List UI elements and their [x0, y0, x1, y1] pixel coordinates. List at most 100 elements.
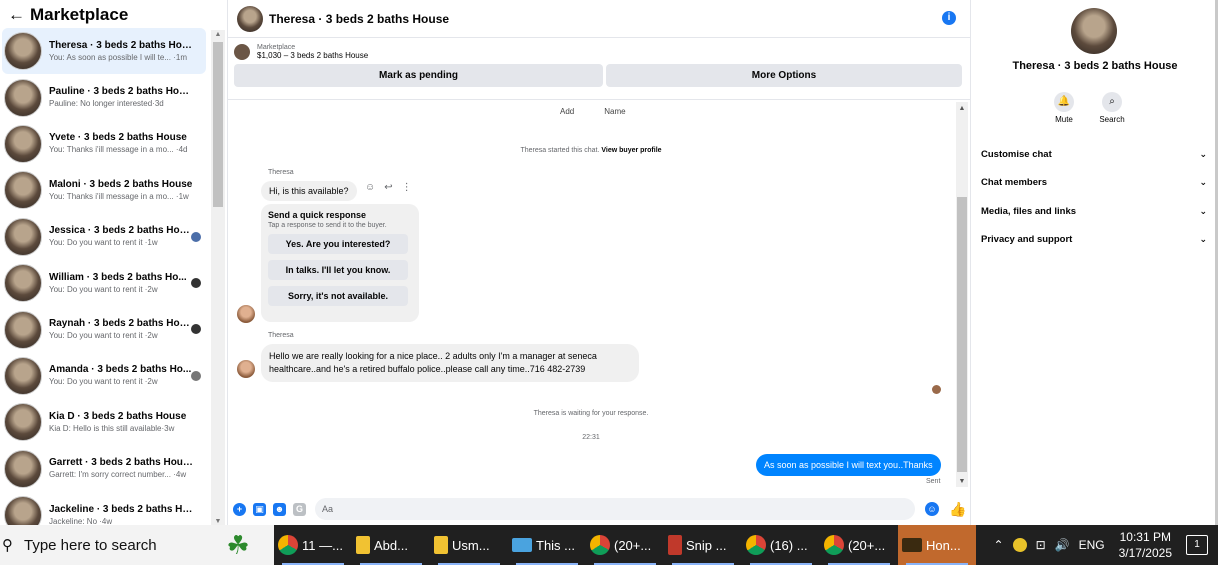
privacy-support-item[interactable]: Privacy and support ⌄ [981, 226, 1207, 255]
conversation-item[interactable]: Garrett · 3 beds 2 baths House Garrett: I… [0, 446, 210, 492]
more-options-button[interactable]: More Options [606, 64, 962, 87]
reply-icon[interactable]: ↩ [384, 182, 392, 193]
name-label[interactable]: Name [604, 107, 625, 116]
chat-info-panel: Theresa · 3 beds 2 baths House 🔔 Mute ⌕ … [970, 0, 1218, 525]
chat-members-item[interactable]: Chat members ⌄ [981, 169, 1207, 198]
incoming-message[interactable]: Hello we are really looking for a nice p… [261, 344, 639, 382]
conversation-item[interactable]: Raynah · 3 beds 2 baths Hou... You: Do yo… [0, 306, 210, 352]
taskbar-app-button[interactable]: Snip ... [664, 525, 742, 565]
search-button[interactable]: ⌕ Search [1099, 92, 1125, 124]
more-dots-icon[interactable]: ⋮ [402, 182, 412, 193]
conversation-item[interactable]: Jackeline · 3 beds 2 baths House Jackelin… [0, 492, 210, 525]
media-files-links-item[interactable]: Media, files and links ⌄ [981, 197, 1207, 226]
outgoing-message[interactable]: As soon as possible I will text you..Tha… [756, 454, 941, 476]
taskbar-app-label: (20+... [614, 537, 652, 553]
quick-reply-yes-button[interactable]: Yes. Are you interested? [268, 234, 408, 254]
taskbar-app-button[interactable]: Hon... [898, 525, 976, 565]
tray-app-icon[interactable] [1012, 538, 1027, 552]
sidebar-scroll-thumb[interactable] [213, 42, 223, 207]
notification-icon[interactable]: 1 [1186, 535, 1208, 555]
message-scroll-thumb[interactable] [957, 197, 967, 472]
conversation-name: Jessica · 3 beds 2 baths House [49, 225, 194, 237]
quick-reply-talks-button[interactable]: In talks. I'll let you know. [268, 260, 408, 280]
sidebar-scrollbar[interactable]: ▲ ▼ [211, 30, 225, 525]
avatar [4, 264, 42, 303]
taskbar-app-button[interactable]: (20+... [820, 525, 898, 565]
scroll-up-arrow-icon[interactable]: ▲ [956, 105, 968, 112]
taskbar-app-label: Hon... [926, 537, 961, 553]
taskbar-app-button[interactable]: (16) ... [742, 525, 820, 565]
conversation-item[interactable]: Pauline · 3 beds 2 baths House Pauline: N… [0, 74, 210, 120]
customise-chat-item[interactable]: Customise chat ⌄ [981, 140, 1207, 169]
scroll-down-arrow-icon[interactable]: ▼ [213, 518, 223, 525]
message-input[interactable]: Aa [315, 498, 915, 520]
thumbs-up-icon[interactable]: 👍 [949, 501, 966, 518]
add-label[interactable]: Add [560, 107, 574, 116]
image-icon[interactable]: ▣ [253, 502, 266, 516]
scroll-up-arrow-icon[interactable]: ▲ [213, 31, 223, 38]
taskbar-search-box[interactable]: ⚲ Type here to search [0, 525, 202, 565]
conversation-sidebar: ← Marketplace Theresa · 3 beds 2 baths H… [0, 0, 228, 525]
listing-thumbnail[interactable] [234, 44, 250, 60]
taskbar-app-button[interactable]: This ... [508, 525, 586, 565]
network-icon[interactable]: ⊡ [1036, 538, 1046, 552]
conversation-item[interactable]: Kia D · 3 beds 2 baths House Kia D: Hello… [0, 399, 210, 445]
conversation-text: Raynah · 3 beds 2 baths Hou... You: Do yo… [49, 317, 194, 342]
react-emoji-icon[interactable]: ☺ [365, 182, 375, 193]
conversation-preview: Jackeline: No ·4w [49, 516, 113, 525]
conversation-preview: Kia D: Hello is this still available·3w [49, 423, 175, 433]
chat-title[interactable]: Theresa · 3 beds 2 baths House [269, 12, 449, 26]
avatar[interactable] [237, 360, 255, 378]
conversation-item[interactable]: Yvete · 3 beds 2 baths House You: Thanks … [0, 121, 210, 167]
mute-button[interactable]: 🔔 Mute [1051, 92, 1077, 124]
sender-name: Theresa [268, 169, 294, 176]
clover-widget-icon[interactable]: ☘ [202, 525, 274, 565]
search-icon: ⌕ [1102, 92, 1122, 112]
taskbar-app-label: 11 —... [302, 537, 343, 553]
message-scrollbar[interactable]: ▲ ▼ [956, 102, 968, 487]
plus-icon[interactable]: + [233, 502, 246, 516]
avatar[interactable] [1071, 8, 1117, 54]
clock[interactable]: 10:31 PM 3/17/2025 [1119, 529, 1172, 561]
taskbar-app-button[interactable]: (20+... [586, 525, 664, 565]
avatar [4, 449, 42, 488]
conversation-item[interactable]: William · 3 beds 2 baths Ho... You: Do yo… [0, 260, 210, 306]
view-buyer-profile-link[interactable]: View buyer profile [601, 147, 661, 154]
quick-response-title: Send a quick response [268, 210, 367, 220]
conversation-item[interactable]: Theresa · 3 beds 2 baths House You: As so… [2, 28, 206, 75]
conversation-name: Jackeline · 3 beds 2 baths House [49, 503, 194, 515]
taskbar-apps: 11 —... Abd... Usm... This ... (20+... Snip .… [274, 525, 976, 565]
chevron-down-icon: ⌄ [1199, 148, 1207, 159]
taskbar-app-button[interactable]: Abd... [352, 525, 430, 565]
chat-started-text: Theresa started this chat. [520, 147, 600, 154]
emoji-icon[interactable]: ☺ [925, 502, 939, 516]
conversation-item[interactable]: Maloni · 3 beds 2 baths House You: Thanks… [0, 167, 210, 213]
marketplace-banner: Marketplace $1,030 – 3 beds 2 baths Hous… [228, 38, 970, 100]
language-indicator[interactable]: ENG [1079, 538, 1105, 552]
avatar[interactable] [237, 305, 255, 323]
sticker-icon[interactable]: ☻ [273, 502, 286, 516]
avatar [4, 310, 42, 349]
conversation-name: Kia D · 3 beds 2 baths House [49, 410, 187, 422]
sent-status: Sent [926, 478, 941, 485]
avatar[interactable] [237, 5, 263, 32]
gif-icon[interactable]: G [293, 502, 306, 516]
taskbar-app-label: Usm... [452, 537, 490, 553]
info-icon[interactable]: i [942, 11, 956, 25]
conversation-item[interactable]: Amanda · 3 beds 2 baths Ho... You: Do you… [0, 353, 210, 399]
volume-icon[interactable]: 🔊 [1055, 538, 1070, 552]
scroll-down-arrow-icon[interactable]: ▼ [956, 478, 968, 485]
incoming-message[interactable]: Hi, is this available? [261, 181, 357, 201]
chat-header: Theresa · 3 beds 2 baths House i [228, 0, 970, 38]
read-receipt-avatar [191, 277, 201, 288]
listing-price[interactable]: $1,030 – 3 beds 2 baths House [257, 51, 368, 60]
taskbar-app-button[interactable]: 11 —... [274, 525, 352, 565]
chevron-up-icon[interactable]: ⌃ [994, 538, 1004, 552]
sender-name: Theresa [268, 332, 294, 339]
back-arrow-icon[interactable]: ← [8, 5, 30, 25]
taskbar-app-button[interactable]: Usm... [430, 525, 508, 565]
conversation-item[interactable]: Jessica · 3 beds 2 baths House You: Do yo… [0, 214, 210, 260]
mark-pending-button[interactable]: Mark as pending [234, 64, 603, 87]
mute-label: Mute [1055, 115, 1073, 124]
quick-reply-sorry-button[interactable]: Sorry, it's not available. [268, 286, 408, 306]
